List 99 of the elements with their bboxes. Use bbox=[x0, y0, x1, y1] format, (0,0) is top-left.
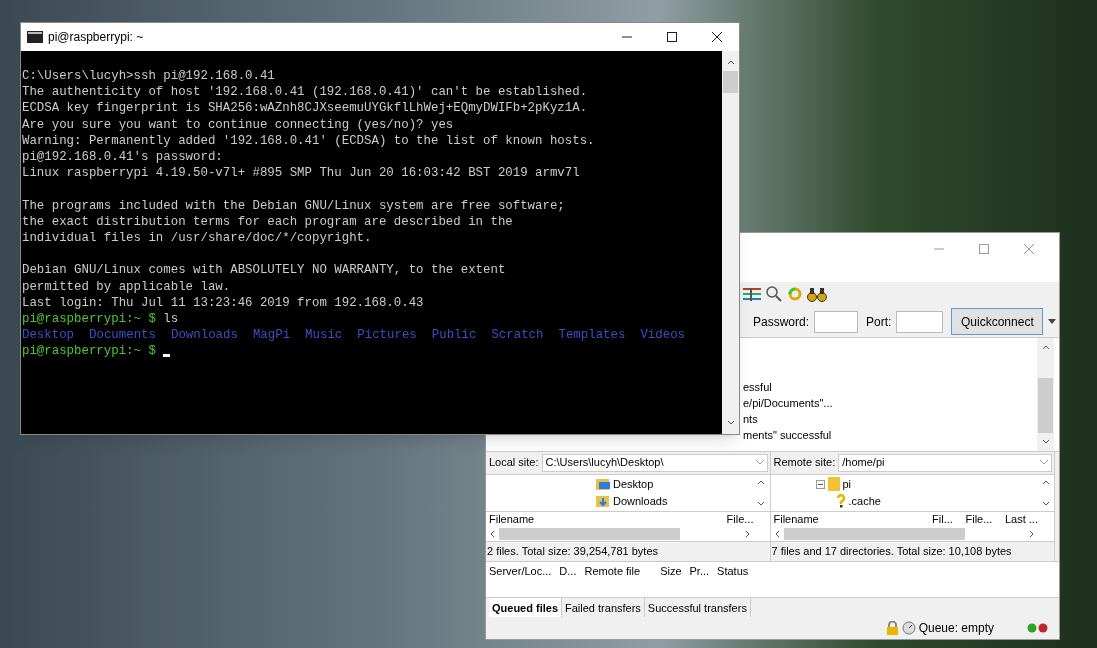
scroll-down-icon[interactable] bbox=[757, 501, 765, 508]
scroll-up-icon[interactable] bbox=[757, 478, 765, 485]
terminal-line: permitted by applicable law. bbox=[22, 278, 232, 295]
terminal-line: pi@192.168.0.41's password: bbox=[22, 149, 224, 166]
terminal-line: Last login: Thu Jul 11 13:23:46 2019 from 192.168.0.43 bbox=[22, 294, 425, 311]
scroll-down-icon[interactable] bbox=[1041, 438, 1050, 445]
log-message: e/pi/Documents"... bbox=[743, 396, 834, 412]
terminal-line: Are you sure you want to continue connecting (yes/no)? yes bbox=[22, 116, 455, 133]
scroll-up-icon[interactable] bbox=[1041, 344, 1050, 351]
column-header[interactable]: Fil... bbox=[932, 511, 957, 528]
scrollbar-thumb[interactable] bbox=[1038, 377, 1053, 433]
folder-icon bbox=[596, 478, 610, 491]
directory-name: Downloads bbox=[171, 327, 238, 344]
tab[interactable]: Failed transfers bbox=[562, 598, 645, 618]
scrollbar-thumb[interactable] bbox=[499, 528, 681, 541]
site-path-field[interactable]: C:\Users\lucyh\Desktop\ bbox=[541, 453, 768, 472]
scroll-up-icon[interactable] bbox=[726, 59, 735, 65]
scroll-down-icon[interactable] bbox=[1041, 501, 1050, 508]
shell-command: ls bbox=[163, 311, 179, 328]
terminal-line: ECDSA key fingerprint is SHA256:wAZnh8CJXseemuUYGkflLhWej+EQmyDWIFb+2pKyz1A. bbox=[22, 100, 589, 117]
scroll-right-icon[interactable] bbox=[1029, 530, 1035, 539]
directory-name: Templates bbox=[558, 327, 626, 344]
scrollbar-thumb[interactable] bbox=[783, 528, 965, 541]
terminal-line: The authenticity of host '192.168.0.41 (192.168.0.41)' can't be established. bbox=[22, 84, 589, 101]
gauge-icon bbox=[901, 621, 916, 636]
directory-name: Desktop bbox=[22, 327, 75, 344]
log-message: ments" successful bbox=[743, 428, 833, 444]
directory-name: Music bbox=[305, 327, 343, 344]
folder-icon bbox=[596, 495, 610, 508]
site-label: Remote site: bbox=[773, 455, 836, 471]
column-header[interactable]: Filename bbox=[773, 511, 924, 528]
scroll-down-icon[interactable] bbox=[726, 420, 735, 426]
port-label: Port: bbox=[866, 313, 892, 331]
column-header[interactable]: Remote file bbox=[584, 562, 653, 580]
directory-name: MagPi bbox=[252, 327, 291, 344]
quickconnect-button[interactable]: Quickconnect bbox=[951, 308, 1044, 336]
column-header[interactable]: Status bbox=[717, 562, 749, 580]
terminal-line: Debian GNU/Linux comes with ABSOLUTELY NO WARRANTY, to the extent bbox=[22, 262, 507, 279]
terminal-line: C:\Users\lucyh>ssh pi@192.168.0.41 bbox=[22, 68, 276, 85]
pane-status: 2 files. Total size: 39,254,781 bytes bbox=[487, 544, 658, 560]
console-icon bbox=[27, 31, 43, 43]
window-title: pi@raspberrypi: ~ bbox=[48, 29, 144, 46]
column-header[interactable]: File... bbox=[965, 511, 997, 528]
log-message: nts bbox=[743, 412, 759, 428]
scrollbar[interactable] bbox=[722, 51, 739, 434]
scrollbar-thumb[interactable] bbox=[723, 71, 738, 93]
binoculars-icon[interactable] bbox=[807, 286, 827, 303]
column-header[interactable]: File... bbox=[726, 511, 758, 528]
tab[interactable]: Queued files bbox=[489, 598, 563, 618]
horizontal-scrollbar[interactable] bbox=[770, 527, 1054, 542]
search-icon[interactable] bbox=[765, 285, 783, 304]
dropdown-caret-icon[interactable] bbox=[1048, 319, 1057, 325]
scrollbar[interactable] bbox=[1037, 338, 1054, 451]
lock-icon bbox=[885, 621, 899, 636]
shell-prompt: pi@raspberrypi:~ $ bbox=[22, 311, 156, 328]
pane-status: 7 files and 17 directories. Total size: 10,108 bytes bbox=[771, 544, 1012, 560]
tree-item[interactable]: pi bbox=[815, 475, 1037, 493]
directory-name: Public bbox=[431, 327, 477, 344]
column-header[interactable]: Filename bbox=[489, 511, 639, 528]
tree-item[interactable]: Desktop bbox=[596, 475, 753, 493]
tree-item[interactable]: .cache bbox=[815, 492, 1037, 510]
directory-name: Pictures bbox=[357, 327, 417, 344]
question-mark-icon bbox=[835, 494, 846, 509]
queue-status: Queue: empty bbox=[918, 620, 994, 638]
collapse-icon[interactable] bbox=[815, 479, 825, 489]
port-field[interactable] bbox=[896, 310, 944, 333]
text-cursor bbox=[163, 354, 171, 357]
scroll-right-icon[interactable] bbox=[744, 530, 751, 539]
column-header[interactable]: Size bbox=[660, 562, 682, 580]
scroll-up-icon[interactable] bbox=[1041, 478, 1050, 485]
maximize-icon bbox=[666, 32, 677, 42]
list-icon[interactable] bbox=[743, 286, 761, 303]
directory-name: Videos bbox=[640, 327, 685, 344]
status-lights-icon bbox=[1027, 623, 1049, 634]
terminal-line: the exact distribution terms for each program are described in the bbox=[22, 213, 514, 230]
directory-name: Documents bbox=[89, 327, 156, 344]
site-label: Local site: bbox=[489, 455, 539, 471]
column-header[interactable]: D... bbox=[559, 562, 577, 580]
horizontal-scrollbar[interactable] bbox=[486, 527, 770, 542]
close-icon bbox=[1023, 244, 1034, 255]
password-field[interactable] bbox=[814, 310, 859, 333]
column-header[interactable]: Last ... bbox=[1004, 511, 1042, 528]
folder-icon bbox=[827, 477, 840, 492]
close-icon bbox=[711, 32, 722, 42]
column-header[interactable]: Pr... bbox=[689, 562, 710, 580]
scroll-left-icon[interactable] bbox=[489, 530, 495, 539]
password-label: Password: bbox=[753, 313, 810, 331]
tree-item[interactable]: Downloads bbox=[596, 492, 753, 510]
scroll-left-icon[interactable] bbox=[773, 530, 780, 539]
terminal-line: Linux raspberrypi 4.19.50-v7l+ #895 SMP Thu Jun 20 16:03:42 BST 2019 armv7l bbox=[22, 165, 581, 182]
directory-name: Scratch bbox=[491, 327, 544, 344]
maximize-icon bbox=[978, 244, 989, 255]
shell-prompt: pi@raspberrypi:~ $ bbox=[22, 343, 156, 360]
column-header[interactable]: Server/Loc... bbox=[489, 562, 552, 580]
site-path-field[interactable]: /home/pi bbox=[838, 453, 1052, 472]
log-message: essful bbox=[743, 380, 773, 396]
terminal-line: Warning: Permanently added '192.168.0.41' (ECDSA) to the list of known hosts. bbox=[22, 132, 596, 149]
terminal-line: The programs included with the Debian GNU/Linux system are free software; bbox=[22, 197, 566, 214]
terminal-line: individual files in /usr/share/doc/*/copyright. bbox=[22, 230, 373, 247]
